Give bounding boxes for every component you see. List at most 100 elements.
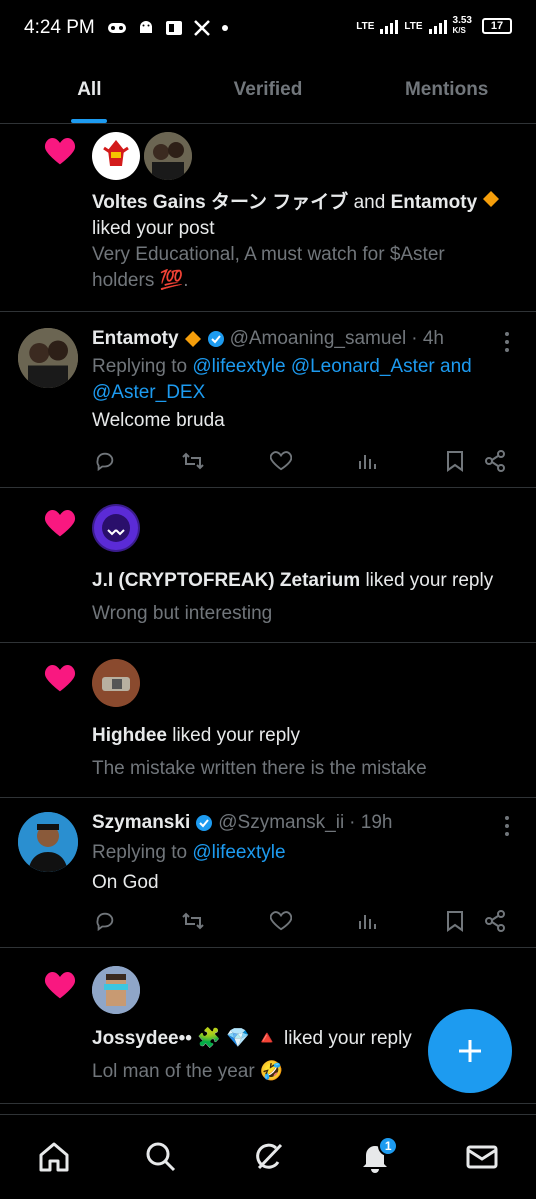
notification-reply[interactable]: Szymanski @Szymansk_ii · 19h Replying to… [0,798,536,948]
notification-text: J.I (CRYPTOFREAK) Zetarium liked your re… [92,568,516,594]
retweet-icon[interactable] [180,448,206,474]
replying-to-line: Replying to @lifeextyle @Leonard_Aster a… [92,354,496,406]
heart-icon [44,971,76,999]
status-app-icons [107,19,229,37]
avatar-entamoty[interactable] [144,132,192,180]
share-icon[interactable] [482,908,508,934]
tab-all[interactable]: All [0,56,179,123]
notification-like-post[interactable]: Voltes Gains ターン ファイブ and Entamoty liked… [0,124,536,312]
nav-search[interactable] [136,1132,186,1182]
more-options-icon[interactable] [504,332,510,352]
bottom-nav: 1 [0,1114,536,1199]
like-icon[interactable] [268,908,294,934]
plus-icon [459,1040,481,1062]
author-handle[interactable]: @Szymansk_ii [218,812,344,834]
bookmark-icon[interactable] [442,448,468,474]
tab-verified[interactable]: Verified [179,56,358,123]
avatar[interactable] [18,812,78,872]
post-preview: Very Educational, A must watch for $Aste… [92,244,445,291]
avatar-voltes[interactable] [92,132,140,180]
signal-icon-2 [428,18,447,34]
pixel-punk-avatar-icon [92,966,140,1014]
views-icon[interactable] [354,908,380,934]
replying-to-handles[interactable]: @lifeextyle [192,842,285,863]
avatar-jossydee[interactable] [92,966,140,1014]
people-photo-icon [144,132,192,180]
action-text: liked your reply [172,725,301,746]
bookmark-icon[interactable] [442,908,468,934]
tab-verified-label: Verified [233,78,303,100]
gamepad-icon [107,23,126,33]
avatar-highdee[interactable] [92,659,140,707]
notification-like-reply[interactable]: J.I (CRYPTOFREAK) Zetarium liked your re… [0,488,536,643]
heart-icon [44,664,76,692]
grok-icon [256,1143,283,1170]
author-handle[interactable]: @Amoaning_samuel [230,328,407,350]
actor-avatars [92,966,140,1014]
network-label-2: LTE [404,20,423,32]
actor-avatars [92,504,140,552]
notifications-feed: Voltes Gains ターン ファイブ and Entamoty liked… [0,124,536,1104]
actor-name[interactable]: J.I (CRYPTOFREAK) Zetarium [92,570,360,591]
signal-icon [380,18,399,34]
tab-mentions-label: Mentions [404,78,489,100]
compose-button[interactable] [428,1009,512,1093]
action-bar [92,908,508,934]
nav-home[interactable] [29,1132,79,1182]
notification-like-reply[interactable]: Highdee liked your reply The mistake wri… [0,643,536,798]
actor-name-1[interactable]: Voltes Gains ターン ファイブ [92,192,348,213]
replying-to-line: Replying to @lifeextyle [92,840,496,866]
avatar[interactable] [18,328,78,388]
notification-reply[interactable]: Entamoty @Amoaning_samuel · 4h Replying … [0,312,536,488]
notification-badge: 1 [378,1136,399,1156]
action-bar [92,448,508,474]
highdee-avatar-icon [92,659,140,707]
joiner-text: and [353,192,386,213]
network-label-1: LTE [356,20,375,32]
views-icon[interactable] [354,448,380,474]
author-name[interactable]: Szymanski [92,812,190,834]
more-options-icon[interactable] [504,816,510,836]
notification-tabs: All Verified Mentions [0,56,536,124]
dot-icon [221,25,228,31]
reply-icon[interactable] [92,908,118,934]
x-logo-icon [193,20,210,36]
status-right: LTE LTE 3.53 K/S 17 [356,16,512,36]
tab-all-label: All [77,78,102,100]
replying-prefix: Replying to [92,842,188,863]
status-bar: 4:24 PM LTE LTE 3.53 K/S 17 [0,0,536,56]
action-text: liked your post [92,218,215,239]
post-time: · 4h [411,328,444,349]
action-text: liked your reply [284,1028,412,1049]
verified-badge-icon [196,815,213,831]
reply-text: Welcome bruda [92,410,225,431]
actor-name[interactable]: Highdee [92,725,167,746]
action-text: liked your reply [365,570,494,591]
robot-avatar-icon [103,140,129,166]
post-time: · 19h [349,812,393,833]
reply-header: Szymanski @Szymansk_ii · 19h [92,812,496,834]
actor-avatars [92,659,140,707]
nav-grok[interactable] [243,1132,293,1182]
battery-level: 17 [490,20,504,32]
actor-name-2[interactable]: Entamoty [391,192,478,213]
search-icon [146,1142,175,1172]
android-icon [139,21,152,33]
messages-icon [466,1145,498,1169]
speed-value: 3.53 [452,15,472,26]
actor-name[interactable]: Jossydee•• 🧩 💎 🔺 [92,1028,279,1049]
author-name[interactable]: Entamoty [92,328,179,350]
nav-notifications[interactable]: 1 [350,1132,400,1182]
post-preview: Wrong but interesting [92,603,273,624]
share-icon[interactable] [482,448,508,474]
nav-messages[interactable] [457,1132,507,1182]
speed-indicator: 3.53 K/S [453,16,472,36]
status-time: 4:24 PM [24,17,95,38]
retweet-icon[interactable] [180,908,206,934]
tab-mentions[interactable]: Mentions [357,56,536,123]
avatar-cryptofreak[interactable] [92,504,140,552]
heart-icon [44,137,76,165]
like-icon[interactable] [268,448,294,474]
orange-diamond-icon [483,191,500,207]
reply-icon[interactable] [92,448,118,474]
